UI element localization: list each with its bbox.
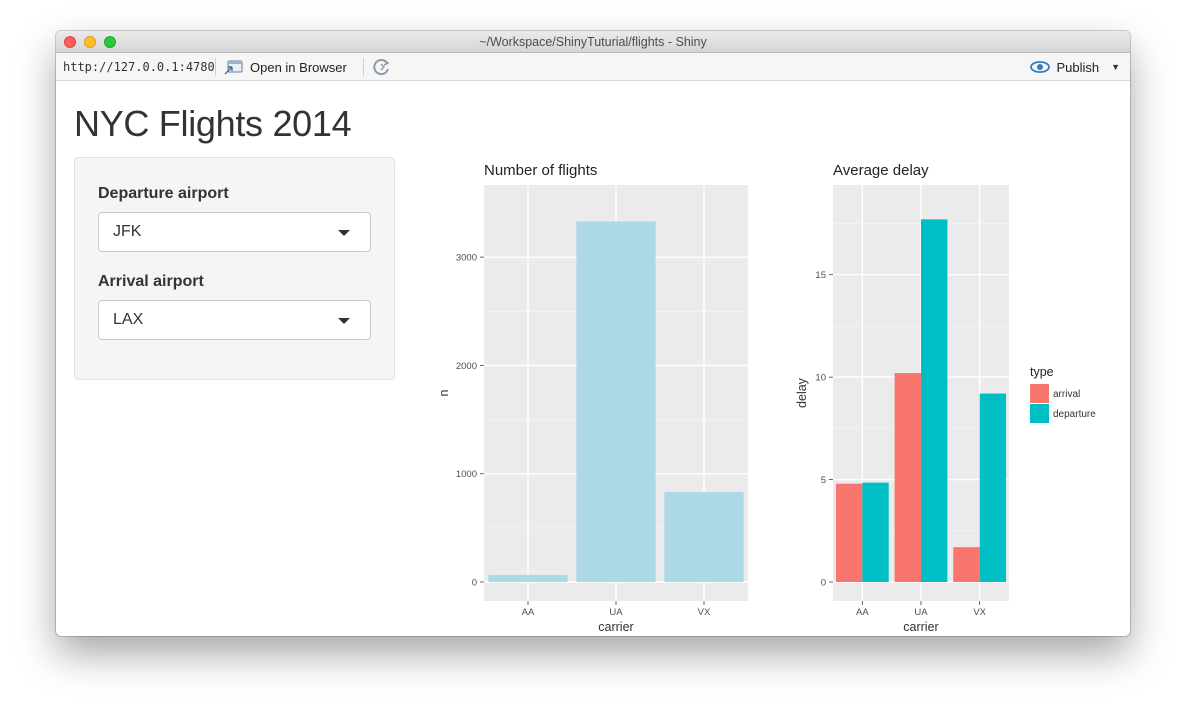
bar-arrival [835, 483, 863, 582]
departure-airport-label: Departure airport [98, 185, 229, 202]
x-tick-label: AA [522, 607, 535, 618]
y-tick-label: 15 [815, 270, 826, 281]
number-of-flights-chart: Number of flights 0 1000 2000 3000 AA UA VX ca… [437, 162, 748, 634]
departure-airport-select[interactable]: JFK [98, 212, 371, 252]
bar-arrival [953, 547, 980, 582]
open-in-browser-button[interactable]: Open in Browser [224, 58, 347, 76]
toolbar-separator [215, 58, 216, 76]
y-tick-label: 0 [472, 578, 477, 589]
legend-key-arrival [1030, 384, 1049, 403]
x-tick-label: UA [609, 607, 623, 618]
y-tick-label: 1000 [456, 469, 477, 480]
title-bar: ~/Workspace/ShinyTuturial/flights - Shin… [56, 31, 1130, 53]
publish-icon [1030, 61, 1051, 73]
publish-label: Publish [1056, 59, 1100, 75]
y-tick-label: 3000 [456, 253, 477, 264]
open-in-browser-label: Open in Browser [250, 59, 347, 75]
bar-departure [862, 482, 889, 582]
x-tick-label: UA [914, 607, 928, 618]
x-tick-label: AA [856, 607, 869, 618]
refresh-icon [373, 59, 390, 76]
departure-airport-value: JFK [113, 223, 142, 240]
x-axis-label: carrier [903, 620, 938, 634]
bar-departure [921, 219, 948, 582]
shiny-window: ~/Workspace/ShinyTuturial/flights - Shin… [56, 31, 1130, 636]
y-tick-label: 0 [821, 578, 826, 589]
url-label: http://127.0.0.1:4780 [63, 60, 215, 74]
y-tick-label: 5 [821, 475, 826, 486]
window-title: ~/Workspace/ShinyTuturial/flights - Shin… [479, 35, 707, 49]
bar [488, 574, 568, 582]
arrival-airport-value: LAX [113, 311, 144, 328]
y-axis-label: delay [795, 377, 809, 408]
open-browser-icon [224, 60, 243, 75]
legend: type arrival departure [1030, 365, 1096, 423]
chart-title: Number of flights [484, 162, 597, 179]
x-axis-label: carrier [598, 620, 633, 634]
chevron-down-icon [338, 318, 350, 324]
average-delay-chart: Average delay 0 5 10 15 AA UA VX carrier delay… [795, 162, 1096, 634]
legend-title: type [1030, 365, 1054, 379]
viewer-toolbar: http://127.0.0.1:4780 Open in Browser Pu… [56, 53, 1130, 81]
arrival-airport-select[interactable]: LAX [98, 300, 371, 340]
refresh-button[interactable] [372, 57, 392, 77]
legend-key-departure [1030, 404, 1049, 423]
bar-arrival [894, 373, 921, 582]
page-title: NYC Flights 2014 [74, 103, 352, 144]
bar [664, 492, 744, 582]
legend-label: departure [1053, 409, 1096, 420]
y-axis-label: n [437, 389, 451, 396]
toolbar-separator [363, 58, 364, 76]
arrival-airport-label: Arrival airport [98, 273, 204, 290]
bar [576, 221, 656, 582]
chevron-down-icon: ▼ [1111, 62, 1120, 72]
bar-departure [979, 393, 1007, 582]
chevron-down-icon [338, 230, 350, 236]
y-tick-label: 10 [815, 373, 826, 384]
publish-button[interactable]: Publish ▼ [1030, 58, 1120, 76]
x-tick-label: VX [973, 607, 986, 618]
legend-label: arrival [1053, 389, 1080, 400]
sidebar-panel: Departure airport JFK Arrival airport LA… [74, 157, 395, 380]
chart-title: Average delay [833, 162, 929, 179]
app-content: NYC Flights 2014 Departure airport JFK A… [56, 81, 1130, 636]
x-tick-label: VX [698, 607, 711, 618]
y-tick-label: 2000 [456, 361, 477, 372]
